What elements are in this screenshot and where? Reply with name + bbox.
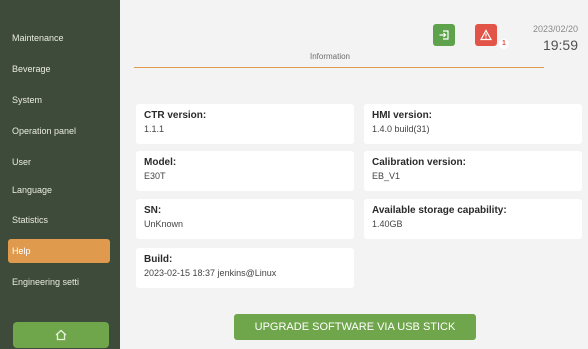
upgrade-software-button[interactable]: UPGRADE SOFTWARE VIA USB STICK (234, 314, 476, 340)
sidebar-item-maintenance[interactable]: Maintenance (8, 26, 110, 50)
sn-label: SN: (144, 205, 162, 216)
hmi-version-label: HMI version: (372, 110, 433, 121)
page-title: Information (309, 52, 351, 61)
sidebar-item-engineering-settings[interactable]: Engineering setti (8, 270, 110, 294)
calibration-version-label: Calibration version: (372, 157, 466, 168)
sidebar-item-beverage[interactable]: Beverage (8, 57, 110, 81)
build-value: 2023-02-15 18:37 jenkins@Linux (144, 268, 277, 278)
time-display: 19:59 (542, 37, 578, 53)
sidebar-item-user[interactable]: User (8, 150, 110, 174)
alarm-button[interactable] (475, 24, 497, 46)
logout-button[interactable] (433, 24, 455, 46)
home-icon (55, 329, 67, 341)
model-card: Model: E30T (136, 151, 354, 191)
ctr-version-card: CTR version: 1.1.1 (136, 104, 354, 144)
sidebar-item-language[interactable]: Language (8, 178, 110, 202)
warning-icon (480, 29, 492, 41)
home-button[interactable] (13, 322, 109, 348)
sn-value: UnKnown (144, 219, 184, 229)
storage-value: 1.40GB (372, 219, 403, 229)
main-content: 1 2023/02/20 19:59 Information CTR versi… (120, 0, 588, 349)
build-label: Build: (144, 254, 173, 265)
build-card: Build: 2023-02-15 18:37 jenkins@Linux (136, 248, 354, 288)
ctr-version-value: 1.1.1 (144, 124, 165, 134)
sidebar-item-operation-panel[interactable]: Operation panel (8, 119, 110, 143)
calibration-version-card: Calibration version: EB_V1 (364, 151, 582, 191)
sidebar-item-statistics[interactable]: Statistics (8, 208, 110, 232)
alarm-count-badge: 1 (499, 39, 509, 49)
model-value: E30T (144, 171, 166, 181)
title-divider (134, 67, 544, 68)
ctr-version-label: CTR version: (144, 110, 207, 121)
logout-icon (439, 30, 449, 40)
hmi-version-card: HMI version: 1.4.0 build(31) (364, 104, 582, 144)
sn-card: SN: UnKnown (136, 199, 354, 239)
storage-label: Available storage capability: (372, 205, 507, 216)
sidebar-item-system[interactable]: System (8, 88, 110, 112)
sidebar: Maintenance Beverage System Operation pa… (0, 0, 120, 349)
calibration-version-value: EB_V1 (372, 171, 401, 181)
sidebar-item-help[interactable]: Help (8, 239, 110, 263)
storage-card: Available storage capability: 1.40GB (364, 199, 582, 239)
model-label: Model: (144, 157, 177, 168)
hmi-version-value: 1.4.0 build(31) (372, 124, 430, 134)
date-display: 2023/02/20 (532, 24, 578, 34)
